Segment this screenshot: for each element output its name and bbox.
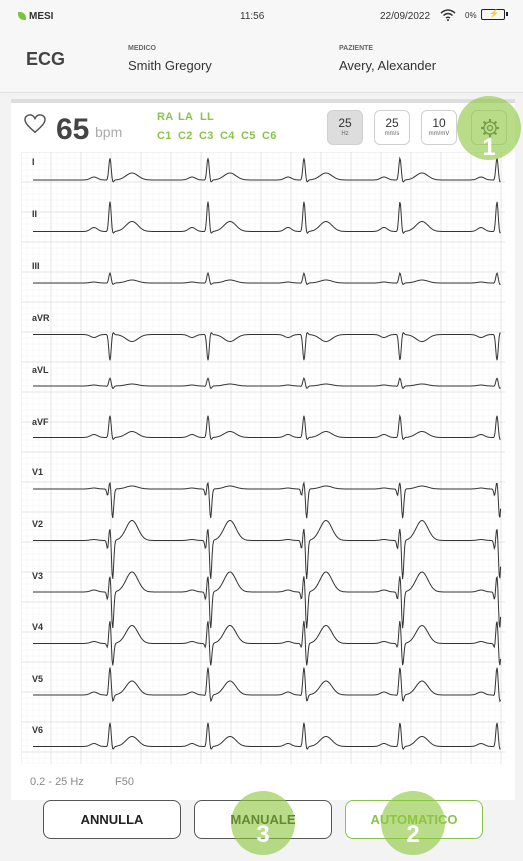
lead-label-avr: aVR bbox=[32, 313, 50, 323]
carrier: MESI bbox=[18, 11, 53, 22]
wifi-icon bbox=[440, 9, 456, 21]
lead-label-avl: aVL bbox=[32, 365, 49, 375]
lead-label-iii: III bbox=[32, 261, 40, 271]
battery-percent: 0% bbox=[465, 11, 477, 20]
step-marker-1: 1 bbox=[457, 96, 521, 161]
speed-unit: mm/s bbox=[384, 131, 400, 137]
filter-button[interactable]: 25 Hz bbox=[327, 110, 363, 145]
notch-filter: F50 bbox=[115, 776, 134, 788]
filter-range: 0.2 - 25 Hz bbox=[30, 776, 84, 788]
lead-label-v6: V6 bbox=[32, 725, 44, 735]
filter-value: 25 bbox=[338, 116, 352, 130]
carrier-label: MESI bbox=[29, 11, 54, 22]
lead-label-v5: V5 bbox=[32, 674, 44, 684]
header: ECG MEDICO Smith Gregory PAZIENTE Avery,… bbox=[0, 36, 523, 93]
filter-unit: Hz bbox=[341, 131, 349, 137]
heart-rate-value: 65 bbox=[56, 113, 90, 146]
lead-c6: C6 bbox=[262, 130, 277, 142]
lead-c1: C1 bbox=[157, 130, 172, 142]
lead-la: LA bbox=[178, 111, 194, 123]
speed-value: 25 bbox=[385, 116, 399, 130]
doctor-label: MEDICO bbox=[128, 45, 156, 52]
lead-c4: C4 bbox=[220, 130, 235, 142]
lead-c2: C2 bbox=[178, 130, 193, 142]
cancel-button[interactable]: ANNULLA bbox=[43, 800, 181, 839]
doctor-name: Smith Gregory bbox=[128, 58, 212, 73]
gain-value: 10 bbox=[432, 116, 446, 130]
lead-label-avf: aVF bbox=[32, 417, 49, 427]
lead-label-ii: II bbox=[32, 209, 38, 219]
date: 22/09/2022 bbox=[380, 11, 431, 22]
gain-button[interactable]: 10 mm/mV bbox=[421, 110, 457, 145]
lead-label-v1: V1 bbox=[32, 467, 44, 477]
patient-label: PAZIENTE bbox=[339, 45, 374, 52]
gain-unit: mm/mV bbox=[428, 131, 450, 137]
lead-ra: RA bbox=[157, 111, 174, 123]
step-marker-3: 3 bbox=[231, 791, 295, 855]
leaf-icon bbox=[18, 12, 26, 20]
clock: 11:56 bbox=[240, 11, 265, 22]
lead-label-v2: V2 bbox=[32, 519, 44, 529]
lead-c3: C3 bbox=[199, 130, 214, 142]
page-title: ECG bbox=[26, 49, 66, 69]
lead-label-v3: V3 bbox=[32, 571, 44, 581]
lead-label-i: I bbox=[32, 157, 35, 167]
lead-c5: C5 bbox=[241, 130, 256, 142]
lead-ll: LL bbox=[200, 111, 215, 123]
heart-icon bbox=[24, 114, 46, 134]
status-bar: MESI 11:56 22/09/2022 0% ⚡ bbox=[0, 0, 523, 36]
heart-rate-unit: bpm bbox=[95, 124, 123, 140]
ecg-grid bbox=[21, 152, 505, 764]
speed-button[interactable]: 25 mm/s bbox=[374, 110, 410, 145]
lead-label-v4: V4 bbox=[32, 622, 44, 632]
patient-name: Avery, Alexander bbox=[339, 58, 437, 73]
step-marker-2: 2 bbox=[381, 791, 445, 855]
battery-icon: ⚡ bbox=[481, 9, 508, 20]
